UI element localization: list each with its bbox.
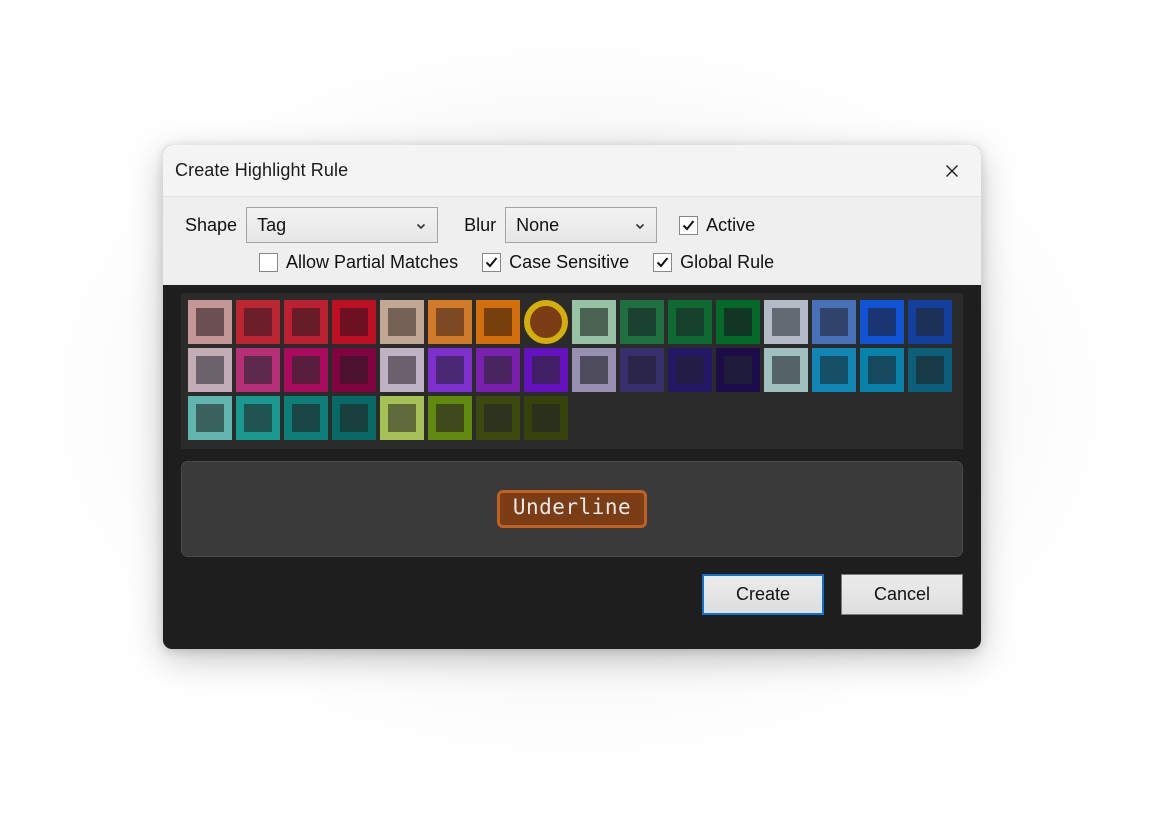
checkbox-box	[259, 253, 278, 272]
color-swatch[interactable]	[284, 396, 328, 440]
color-swatch[interactable]	[332, 396, 376, 440]
color-swatch[interactable]	[860, 300, 904, 344]
color-swatch[interactable]	[284, 348, 328, 392]
color-swatch-selected[interactable]	[524, 300, 568, 344]
color-swatch[interactable]	[524, 348, 568, 392]
checkbox-box	[679, 215, 699, 235]
color-swatch[interactable]	[668, 348, 712, 392]
color-swatch[interactable]	[572, 348, 616, 392]
palette-row	[188, 300, 956, 344]
options-section: Shape Tag Blur None Active Allow Partial…	[163, 197, 981, 285]
checkbox-case-sensitive[interactable]: Case Sensitive	[482, 252, 629, 273]
options-row-secondary: Allow Partial Matches Case Sensitive Glo…	[163, 252, 981, 273]
color-swatch[interactable]	[860, 348, 904, 392]
color-swatch[interactable]	[380, 300, 424, 344]
check-icon	[682, 219, 695, 230]
check-icon	[656, 257, 669, 268]
color-swatch[interactable]	[236, 348, 280, 392]
color-swatch[interactable]	[188, 396, 232, 440]
color-swatch[interactable]	[668, 300, 712, 344]
dialog-body: Underline Create Cancel	[163, 285, 981, 615]
blur-label: Blur	[464, 214, 497, 235]
color-swatch[interactable]	[188, 348, 232, 392]
color-swatch[interactable]	[476, 300, 520, 344]
chevron-down-icon	[634, 219, 646, 231]
color-swatch[interactable]	[428, 300, 472, 344]
color-swatch[interactable]	[812, 348, 856, 392]
color-swatch[interactable]	[716, 348, 760, 392]
dialog-titlebar: Create Highlight Rule	[163, 145, 981, 197]
checkbox-active[interactable]: Active	[679, 215, 755, 236]
shape-select-value: Tag	[257, 214, 287, 235]
checkbox-box	[482, 253, 502, 272]
color-swatch[interactable]	[284, 300, 328, 344]
cancel-button[interactable]: Cancel	[841, 574, 963, 615]
preview-tag: Underline	[496, 490, 648, 528]
color-palette	[181, 293, 963, 449]
checkbox-label: Allow Partial Matches	[286, 252, 459, 272]
palette-row	[188, 348, 956, 392]
checkbox-box	[653, 253, 673, 272]
checkbox-label: Case Sensitive	[509, 252, 630, 272]
color-swatch[interactable]	[812, 300, 856, 344]
color-swatch[interactable]	[764, 348, 808, 392]
color-swatch[interactable]	[716, 300, 760, 344]
shape-label: Shape	[185, 214, 238, 235]
shape-select[interactable]: Tag	[246, 207, 439, 243]
palette-row	[188, 396, 956, 440]
color-swatch[interactable]	[476, 396, 520, 440]
close-icon[interactable]	[937, 156, 967, 186]
color-swatch[interactable]	[476, 348, 520, 392]
preview-area: Underline	[181, 461, 963, 557]
color-swatch[interactable]	[380, 348, 424, 392]
checkbox-global-rule[interactable]: Global Rule	[653, 252, 774, 273]
color-swatch[interactable]	[524, 396, 568, 440]
dialog-buttons: Create Cancel	[163, 557, 981, 615]
color-swatch[interactable]	[572, 300, 616, 344]
color-swatch[interactable]	[380, 396, 424, 440]
blur-select[interactable]: None	[505, 207, 658, 243]
checkbox-label: Global Rule	[680, 252, 775, 272]
blur-select-value: None	[516, 214, 560, 235]
color-swatch[interactable]	[620, 348, 664, 392]
color-swatch[interactable]	[908, 300, 952, 344]
chevron-down-icon	[415, 219, 427, 231]
create-highlight-rule-dialog: Create Highlight Rule Shape Tag Blur Non…	[163, 145, 981, 649]
color-swatch[interactable]	[764, 300, 808, 344]
color-swatch[interactable]	[332, 300, 376, 344]
checkbox-allow-partial-matches[interactable]: Allow Partial Matches	[259, 252, 458, 273]
check-icon	[485, 257, 498, 268]
create-button[interactable]: Create	[702, 574, 824, 615]
dialog-title: Create Highlight Rule	[175, 160, 349, 180]
options-row-primary: Shape Tag Blur None Active	[163, 207, 981, 243]
color-swatch[interactable]	[236, 396, 280, 440]
checkbox-label: Active	[706, 214, 756, 235]
color-swatch[interactable]	[428, 396, 472, 440]
color-swatch[interactable]	[428, 348, 472, 392]
color-swatch[interactable]	[620, 300, 664, 344]
color-swatch[interactable]	[188, 300, 232, 344]
color-swatch[interactable]	[332, 348, 376, 392]
color-swatch[interactable]	[236, 300, 280, 344]
color-swatch[interactable]	[908, 348, 952, 392]
